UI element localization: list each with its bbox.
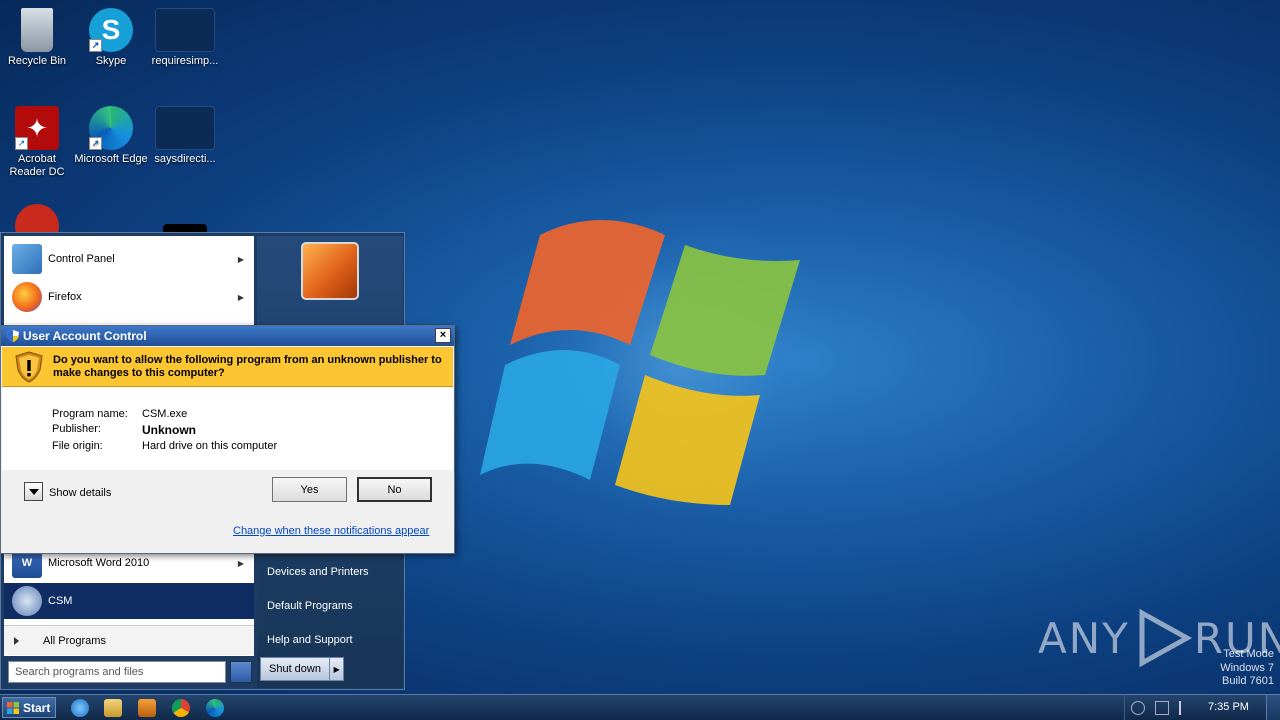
shutdown-label: Shut down	[269, 663, 321, 675]
detail-key: Program name:	[52, 408, 128, 420]
test-mode-line: Test Mode	[1223, 648, 1274, 660]
firefox-icon	[12, 282, 42, 312]
clock[interactable]: 7:35 PM	[1208, 701, 1249, 713]
taskbar: Start 7:35 PM	[0, 694, 1280, 720]
desktop-icon-acrobat[interactable]: ✦ ↗ Acrobat Reader DC	[0, 106, 74, 179]
desktop-icon-partial[interactable]	[0, 204, 74, 232]
desktop-icon-file[interactable]: saysdirecti...	[148, 106, 222, 166]
start-button[interactable]: Start	[2, 697, 56, 718]
expand-arrow-icon	[14, 636, 19, 645]
show-desktop-button[interactable]	[1266, 695, 1280, 720]
desktop-icon-skype[interactable]: S ↗ Skype	[74, 8, 148, 68]
detail-value: Unknown	[142, 423, 196, 437]
detail-value: Hard drive on this computer	[142, 440, 278, 452]
anyrun-brand-left: ANY	[1038, 613, 1130, 663]
explorer-icon[interactable]	[104, 699, 122, 717]
desktop-icon-label: requiresimp...	[151, 55, 219, 67]
shortcut-arrow-icon: ↗	[89, 39, 102, 52]
windows-logo-wallpaper	[480, 220, 800, 505]
uac-dialog: User Account Control × Do you want to al…	[0, 325, 455, 554]
shutdown-button[interactable]: Shut down ▶	[260, 657, 344, 681]
user-avatar[interactable]	[301, 242, 359, 300]
test-mode-notice: Test Mode Windows 7 Build 7601	[1220, 648, 1274, 689]
start-search-row: Search programs and files	[4, 657, 254, 687]
change-notifications-link[interactable]: Change when these notifications appear	[233, 525, 429, 537]
chrome-icon[interactable]	[172, 699, 190, 717]
file-icon	[155, 8, 215, 52]
show-details-label[interactable]: Show details	[49, 487, 111, 499]
all-programs-button[interactable]: All Programs	[4, 625, 254, 655]
detail-row-publisher: Publisher: Unknown	[52, 423, 196, 437]
submenu-arrow-icon: ▶	[237, 254, 244, 264]
start-label: Start	[23, 700, 51, 715]
start-item-label: Microsoft Word 2010	[48, 557, 150, 569]
search-icon[interactable]	[230, 661, 252, 683]
show-details-toggle[interactable]	[24, 482, 43, 501]
start-item-csm[interactable]: CSM	[4, 583, 254, 619]
start-item-label: CSM	[48, 595, 73, 607]
desktop-icon-label: Microsoft Edge	[74, 153, 148, 165]
close-button[interactable]: ×	[435, 328, 451, 343]
file-icon	[155, 106, 215, 150]
app-icon	[15, 204, 59, 232]
detail-value: CSM.exe	[142, 408, 188, 420]
test-mode-line: Windows 7	[1220, 661, 1274, 674]
shortcut-arrow-icon: ↗	[15, 137, 28, 150]
detail-row-program-name: Program name: CSM.exe	[52, 408, 187, 420]
ie-icon[interactable]	[71, 699, 89, 717]
desktop-icon-edge[interactable]: ↗ Microsoft Edge	[74, 106, 148, 166]
uac-shield-icon	[7, 330, 19, 342]
edge-icon: ↗	[89, 106, 133, 150]
submenu-arrow-icon: ▶	[237, 558, 244, 568]
test-mode-line: Build 7601	[1222, 675, 1274, 687]
play-icon	[1139, 608, 1192, 668]
start-search-input[interactable]: Search programs and files	[8, 661, 226, 683]
recycle-bin-icon	[21, 8, 53, 52]
desktop-icon-label: saysdirecti...	[154, 153, 216, 165]
acrobat-icon: ✦ ↗	[15, 106, 59, 150]
start-item-control-panel[interactable]: Control Panel ▶	[4, 241, 254, 277]
yes-button[interactable]: Yes	[272, 477, 347, 502]
skype-icon: S ↗	[89, 8, 133, 52]
start-item-firefox[interactable]: Firefox ▶	[4, 279, 254, 315]
shutdown-options-arrow-icon[interactable]: ▶	[329, 658, 343, 680]
start-link-default-programs[interactable]: Default Programs	[267, 600, 353, 612]
edge-icon[interactable]	[206, 699, 224, 717]
all-programs-label: All Programs	[43, 634, 106, 647]
volume-icon[interactable]	[1131, 701, 1145, 715]
start-link-devices-printers[interactable]: Devices and Printers	[267, 566, 369, 578]
action-center-flag-icon[interactable]	[1179, 701, 1193, 715]
desktop-icon-recycle-bin[interactable]: Recycle Bin	[0, 8, 74, 68]
control-panel-icon	[12, 244, 42, 274]
submenu-arrow-icon: ▶	[237, 292, 244, 302]
windows-flag-icon	[7, 701, 19, 714]
detail-key: File origin:	[52, 440, 103, 452]
uac-question: Do you want to allow the following progr…	[53, 354, 442, 379]
start-link-help-support[interactable]: Help and Support	[267, 634, 353, 646]
start-item-label: Control Panel	[48, 253, 115, 265]
system-tray	[1124, 695, 1280, 720]
detail-key: Publisher:	[52, 423, 101, 435]
csm-icon	[12, 586, 42, 616]
uac-title-bar: User Account Control ×	[1, 326, 454, 346]
detail-row-file-origin: File origin: Hard drive on this computer	[52, 440, 277, 452]
app-icon	[163, 224, 207, 232]
uac-title: User Account Control	[23, 329, 147, 343]
media-player-icon[interactable]	[138, 699, 156, 717]
desktop-icon-partial[interactable]	[148, 224, 222, 232]
desktop-icon-file[interactable]: requiresimp...	[148, 8, 222, 68]
warning-shield-icon	[15, 351, 43, 383]
start-item-label: Firefox	[48, 291, 82, 303]
desktop-icon-label: Recycle Bin	[7, 55, 67, 67]
uac-details-panel: Program name: CSM.exe Publisher: Unknown…	[2, 388, 453, 470]
uac-warning-banner: Do you want to allow the following progr…	[2, 347, 453, 387]
desktop-icon-label: Acrobat Reader DC	[9, 153, 65, 178]
no-button[interactable]: No	[357, 477, 432, 502]
shortcut-arrow-icon: ↗	[89, 137, 102, 150]
network-icon[interactable]	[1155, 701, 1169, 715]
desktop-icon-label: Skype	[95, 55, 127, 67]
